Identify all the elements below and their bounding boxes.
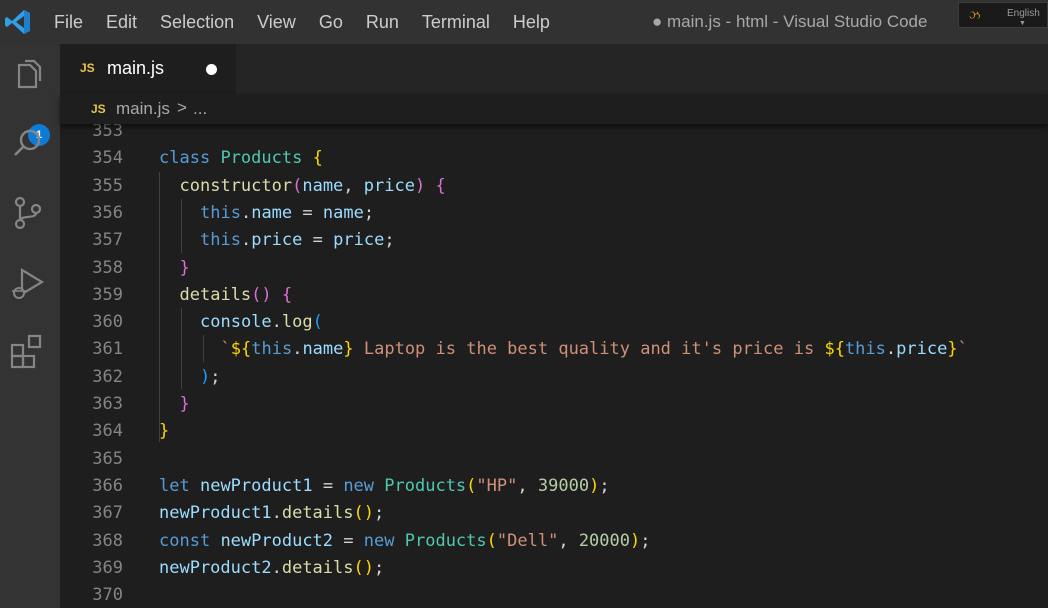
window-title: ● main.js - html - Visual Studio Code bbox=[652, 12, 928, 31]
code-line[interactable]: 364} bbox=[60, 418, 1048, 445]
title-bar: File Edit Selection View Go Run Terminal… bbox=[0, 0, 1048, 44]
menu-edit[interactable]: Edit bbox=[106, 12, 137, 33]
code-text: this.price = price; bbox=[200, 230, 395, 251]
explorer-icon[interactable] bbox=[8, 56, 48, 96]
run-debug-icon[interactable] bbox=[8, 263, 48, 303]
code-text: `${this.name} Laptop is the best quality… bbox=[220, 339, 968, 360]
code-text: class Products { bbox=[159, 148, 323, 169]
code-line[interactable]: 365 bbox=[60, 446, 1048, 473]
code-text: constructor(name, price) { bbox=[179, 175, 446, 196]
menu-file[interactable]: File bbox=[54, 12, 83, 33]
line-number: 364 bbox=[92, 421, 123, 442]
line-number: 354 bbox=[92, 148, 123, 169]
tab-main-js[interactable]: JS main.js bbox=[60, 44, 236, 94]
tab-label: main.js bbox=[107, 58, 165, 78]
code-line[interactable]: 353 bbox=[60, 124, 1048, 145]
line-number: 358 bbox=[92, 257, 123, 278]
code-line[interactable]: 367 newProduct1.details(); bbox=[60, 500, 1048, 527]
code-text: ); bbox=[200, 366, 221, 387]
menu-selection[interactable]: Selection bbox=[160, 12, 234, 33]
menu-view[interactable]: View bbox=[257, 12, 296, 33]
line-number: 362 bbox=[92, 366, 123, 387]
code-editor[interactable]: 353 354 class Products { 355 constructor(na… bbox=[60, 124, 1048, 608]
breadcrumb-file[interactable]: main.js bbox=[116, 99, 170, 119]
line-number: 368 bbox=[92, 530, 123, 551]
chevron-right-icon: > bbox=[177, 98, 187, 117]
menu-terminal[interactable]: Terminal bbox=[422, 12, 490, 33]
menu-bar: File Edit Selection View Go Run Terminal… bbox=[54, 0, 573, 44]
language-indicator[interactable]: ઝ English ▼ bbox=[958, 2, 1048, 28]
activity-bar: 1 bbox=[0, 44, 60, 608]
line-number: 369 bbox=[92, 557, 123, 578]
line-number: 365 bbox=[92, 448, 123, 469]
code-text: let newProduct1 = new Products("HP", 390… bbox=[159, 475, 610, 496]
code-text: const newProduct2 = new Products("Dell",… bbox=[159, 530, 651, 551]
code-line[interactable]: 366 let newProduct1 = new Products("HP", … bbox=[60, 473, 1048, 500]
code-line[interactable]: 368 const newProduct2 = new Products("Del… bbox=[60, 528, 1048, 555]
breadcrumb: JS main.js > ... bbox=[60, 94, 1048, 124]
code-line[interactable]: 370 bbox=[60, 582, 1048, 608]
js-file-icon: JS bbox=[80, 61, 95, 75]
code-line[interactable]: 369 newProduct2.details(); bbox=[60, 555, 1048, 582]
line-number: 360 bbox=[92, 312, 123, 333]
breadcrumb-more[interactable]: ... bbox=[193, 99, 207, 119]
code-line[interactable]: 360 console.log( bbox=[60, 309, 1048, 336]
code-line[interactable]: 354 class Products { bbox=[60, 145, 1048, 172]
line-number: 359 bbox=[92, 284, 123, 305]
menu-go[interactable]: Go bbox=[319, 12, 343, 33]
code-line[interactable]: 356 this.name = name; bbox=[60, 200, 1048, 227]
code-line[interactable]: 357 this.price = price; bbox=[60, 227, 1048, 254]
code-text: } bbox=[179, 257, 190, 278]
language-label: English bbox=[1007, 8, 1040, 19]
code-line[interactable]: 362 ); bbox=[60, 364, 1048, 391]
code-text: } bbox=[179, 394, 190, 414]
line-number: 353 bbox=[92, 124, 123, 141]
line-number: 356 bbox=[92, 202, 123, 223]
menu-help[interactable]: Help bbox=[513, 12, 550, 33]
search-icon[interactable] bbox=[8, 124, 48, 164]
code-line[interactable]: 358 } bbox=[60, 255, 1048, 282]
language-logo-icon: ઝ bbox=[969, 8, 981, 22]
vscode-logo-icon bbox=[5, 10, 30, 34]
code-text: newProduct2.details(); bbox=[159, 557, 385, 578]
code-text: details() { bbox=[179, 284, 293, 305]
line-number: 370 bbox=[92, 585, 123, 606]
line-number: 363 bbox=[92, 394, 123, 414]
source-control-icon[interactable] bbox=[8, 193, 48, 233]
code-text: this.name = name; bbox=[200, 202, 375, 223]
line-number: 355 bbox=[92, 175, 123, 196]
code-line[interactable]: 355 constructor(name, price) { bbox=[60, 173, 1048, 200]
unsaved-dot-icon[interactable] bbox=[206, 64, 217, 75]
extensions-icon[interactable] bbox=[8, 331, 48, 371]
js-file-icon: JS bbox=[91, 102, 106, 116]
line-number: 366 bbox=[92, 475, 123, 496]
menu-run[interactable]: Run bbox=[366, 12, 399, 33]
tab-bar: JS main.js bbox=[60, 44, 1048, 94]
code-text: console.log( bbox=[200, 312, 323, 333]
line-number: 367 bbox=[92, 503, 123, 524]
line-number: 361 bbox=[92, 339, 123, 360]
code-line[interactable]: 359 details() { bbox=[60, 282, 1048, 309]
code-line[interactable]: 363 } bbox=[60, 391, 1048, 418]
line-number: 357 bbox=[92, 230, 123, 251]
code-text: } bbox=[159, 421, 170, 442]
code-line[interactable]: 361 `${this.name} Laptop is the best qua… bbox=[60, 336, 1048, 363]
language-caret-icon: ▼ bbox=[1019, 20, 1026, 27]
code-text: newProduct1.details(); bbox=[159, 503, 385, 524]
